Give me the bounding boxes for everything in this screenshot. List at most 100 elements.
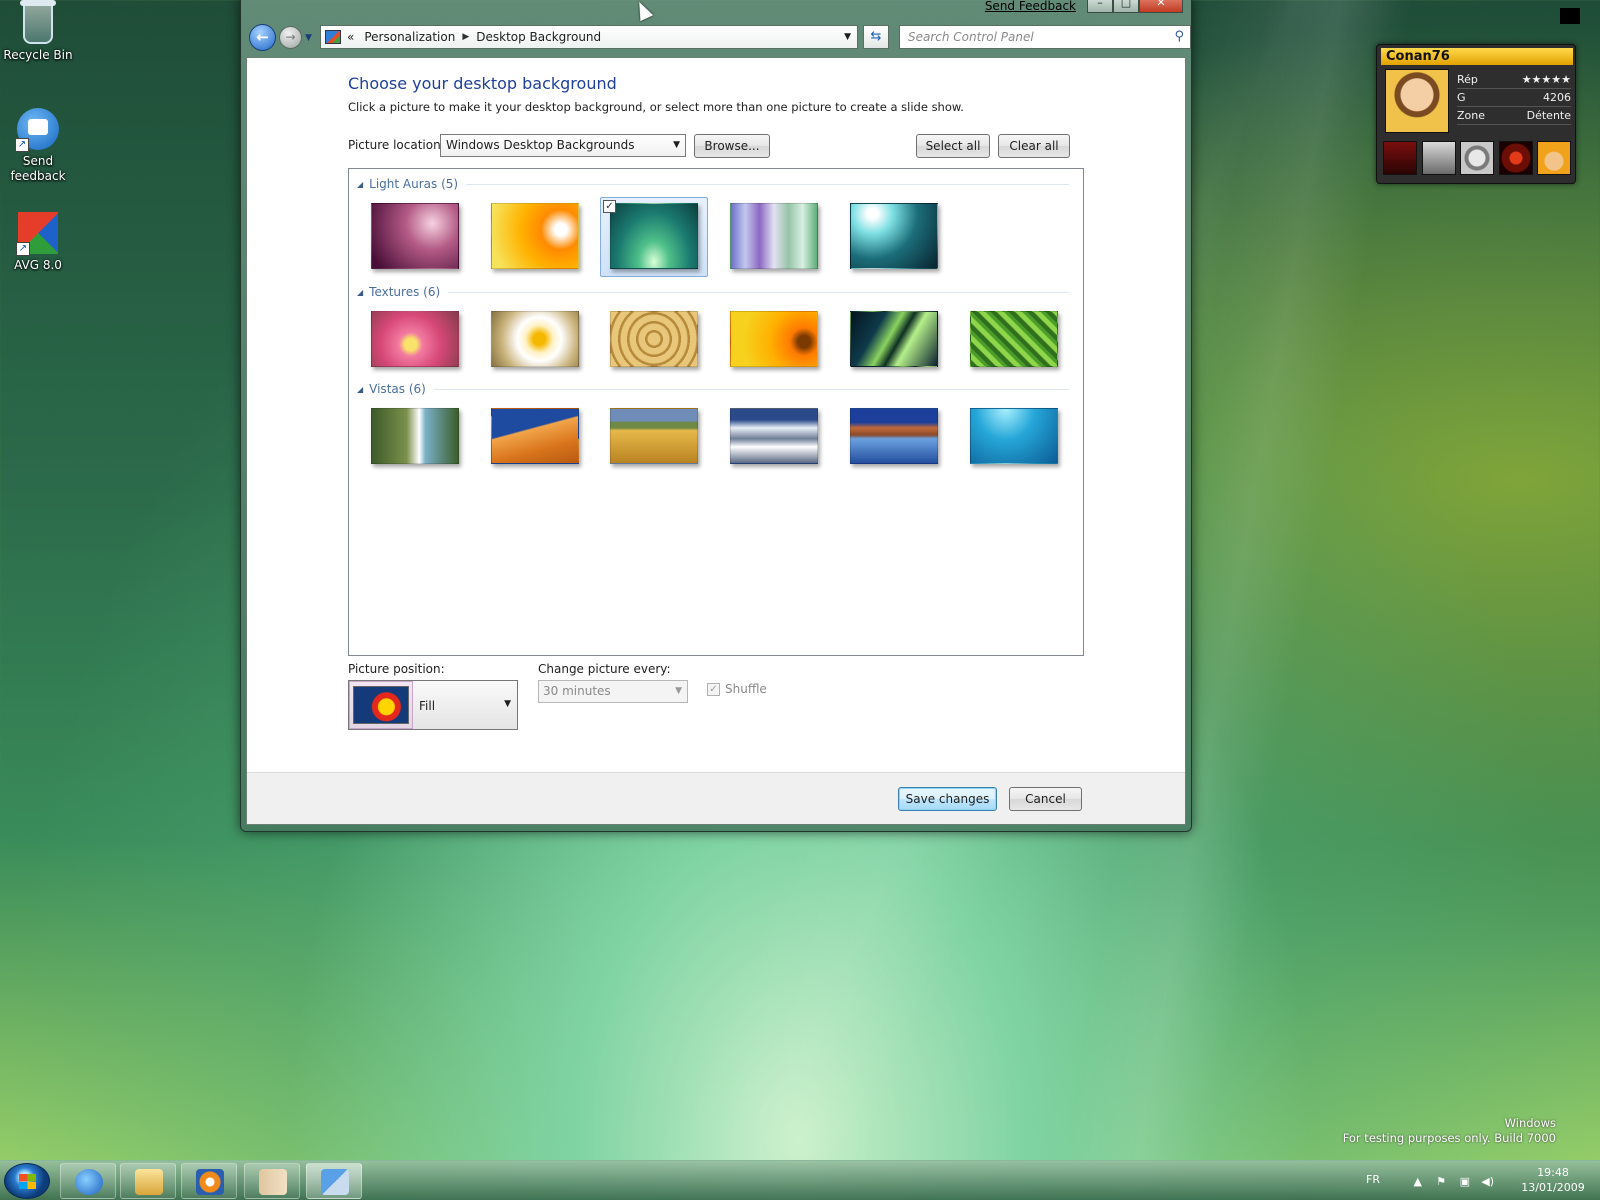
page-description: Click a picture to make it your desktop … <box>348 100 964 114</box>
game-badge-icon <box>1537 141 1571 175</box>
wallpaper-thumb-lake[interactable] <box>850 408 938 464</box>
checkbox-icon[interactable]: ✓ <box>707 682 720 696</box>
change-picture-select[interactable]: 30 minutes ▼ <box>538 680 688 703</box>
taskbar-button-media-player[interactable] <box>181 1163 237 1199</box>
group-title: Light Auras (5) <box>369 177 459 191</box>
collapse-triangle-icon[interactable]: ◢ <box>357 288 363 297</box>
media-player-icon <box>196 1169 224 1195</box>
change-picture-label: Change picture every: <box>538 662 671 676</box>
system-tray: FR ▲ ⚑ ▣ ◀) 19:48 13/01/2009 <box>1354 1161 1594 1200</box>
chevron-down-icon: ▼ <box>673 140 680 150</box>
save-changes-button[interactable]: Save changes <box>898 787 997 811</box>
group-title: Textures (6) <box>369 285 441 299</box>
language-indicator[interactable]: FR <box>1366 1173 1380 1186</box>
wallpaper-thumb-aura-teal[interactable] <box>850 203 938 269</box>
gadget-stats: Rép ★★★★★ G 4206 Zone Détente <box>1457 71 1571 125</box>
picture-position-select[interactable]: Fill ▼ <box>348 680 518 730</box>
browse-button[interactable]: Browse... <box>694 134 770 158</box>
gadget-game-badges <box>1381 141 1573 179</box>
wallpaper-thumb-underwater[interactable] <box>970 408 1058 464</box>
breadcrumb-separator-icon[interactable]: ▶ <box>462 32 469 42</box>
wallpaper-thumb-wheat[interactable] <box>610 408 698 464</box>
breadcrumb-desktop-background[interactable]: Desktop Background <box>476 30 601 44</box>
address-dropdown-icon[interactable]: ▼ <box>844 32 851 42</box>
show-hidden-icons-icon[interactable]: ▲ <box>1414 1175 1422 1188</box>
start-button[interactable] <box>4 1163 50 1199</box>
select-all-button[interactable]: Select all <box>916 134 990 158</box>
wallpaper-thumb-frangipani[interactable] <box>491 311 579 367</box>
wallpaper-thumb-aura-green[interactable] <box>610 203 698 269</box>
picture-gallery: ◢ Light Auras (5) ✓ ◢ Textures (6) ◢ Vis… <box>348 168 1084 656</box>
desktop-icon-recycle-bin[interactable]: Recycle Bin <box>0 0 76 63</box>
shuffle-checkbox[interactable]: ✓ Shuffle <box>707 682 767 696</box>
taskbar-button-paint[interactable] <box>244 1163 300 1199</box>
taskbar-button-ie[interactable] <box>60 1163 116 1199</box>
selected-checkbox[interactable]: ✓ <box>603 200 616 213</box>
wallpaper-thumb-fern[interactable] <box>970 311 1058 367</box>
breadcrumb-personalization[interactable]: Personalization <box>364 30 455 44</box>
send-feedback-link[interactable]: Send Feedback <box>985 0 1076 13</box>
group-divider <box>448 291 1069 293</box>
game-badge-icon <box>1421 141 1456 175</box>
wallpaper-thumb-aura-stripes[interactable] <box>730 203 818 269</box>
gadget-close-square[interactable] <box>1560 8 1580 24</box>
build-watermark: Windows For testing purposes only. Build… <box>1343 1116 1556 1146</box>
taskbar-button-explorer[interactable] <box>120 1163 176 1199</box>
shortcut-arrow-icon: ↗ <box>15 138 29 152</box>
address-bar[interactable]: « Personalization ▶ Desktop Background ▼ <box>320 25 858 49</box>
clear-all-button[interactable]: Clear all <box>998 134 1070 158</box>
send-feedback-icon: ↗ <box>15 108 59 152</box>
wallpaper-thumb-waterfall[interactable] <box>371 408 459 464</box>
position-preview-image <box>353 686 409 724</box>
close-button[interactable]: ✕ <box>1139 0 1183 13</box>
desktop-icon-send-feedback[interactable]: ↗ Send feedback <box>0 108 76 184</box>
desktop-icon-avg[interactable]: ↗ AVG 8.0 <box>0 212 76 273</box>
wallpaper-thumb-dahlia[interactable] <box>371 311 459 367</box>
recent-pages-dropdown[interactable]: ▼ <box>305 33 312 43</box>
taskbar-button-control-panel[interactable] <box>306 1163 362 1199</box>
chevron-down-icon: ▼ <box>504 699 511 709</box>
network-icon[interactable]: ▣ <box>1460 1175 1470 1188</box>
wallpaper-thumb-aura-pink[interactable] <box>371 203 459 269</box>
page-title: Choose your desktop background <box>348 74 617 93</box>
wallpaper-thumb-aura-yellow[interactable] <box>491 203 579 269</box>
maximize-button[interactable]: □ <box>1113 0 1139 13</box>
collapse-triangle-icon[interactable]: ◢ <box>357 180 363 189</box>
refresh-icon: ⇆ <box>870 29 882 44</box>
desktop-icon-label: Recycle Bin <box>3 48 73 62</box>
game-badge-icon <box>1460 141 1494 175</box>
group-header-vistas[interactable]: ◢ Vistas (6) <box>357 382 1069 396</box>
back-button[interactable]: ← <box>249 24 276 51</box>
clock[interactable]: 19:48 13/01/2009 <box>1512 1165 1594 1195</box>
stat-row: Zone Détente <box>1457 107 1571 125</box>
picture-location-select[interactable]: Windows Desktop Backgrounds ▼ <box>440 134 686 157</box>
wallpaper-thumb-leaves[interactable] <box>850 311 938 367</box>
forward-button[interactable]: → <box>279 26 302 49</box>
wallpaper-thumb-dunes[interactable] <box>491 408 579 464</box>
breadcrumb-prefix[interactable]: « <box>347 30 354 44</box>
change-picture-value: 30 minutes <box>543 684 611 698</box>
gamercard-gadget[interactable]: Conan76 Rép ★★★★★ G 4206 Zone Détente <box>1376 44 1576 184</box>
stat-value: ★★★★★ <box>1521 73 1571 86</box>
chevron-down-icon: ▼ <box>305 33 312 43</box>
arrow-left-icon: ← <box>256 28 269 46</box>
dialog-footer: Save changes Cancel <box>247 772 1185 824</box>
chevron-down-icon: ▼ <box>675 686 682 696</box>
shortcut-arrow-icon: ↗ <box>16 242 30 256</box>
group-header-textures[interactable]: ◢ Textures (6) <box>357 285 1069 299</box>
group-header-light-auras[interactable]: ◢ Light Auras (5) <box>357 177 1069 191</box>
wallpaper-thumb-mountains[interactable] <box>730 408 818 464</box>
search-icon[interactable]: ⚲ <box>1174 29 1184 44</box>
collapse-triangle-icon[interactable]: ◢ <box>357 385 363 394</box>
refresh-button[interactable]: ⇆ <box>863 25 889 49</box>
wallpaper-thumb-honeycomb[interactable] <box>610 311 698 367</box>
group-divider <box>433 388 1069 390</box>
avatar <box>1385 69 1449 133</box>
minimize-button[interactable]: – <box>1087 0 1113 13</box>
control-panel-icon <box>325 30 341 44</box>
wallpaper-thumb-gerbera[interactable] <box>730 311 818 367</box>
volume-icon[interactable]: ◀) <box>1481 1175 1494 1188</box>
action-center-flag-icon[interactable]: ⚑ <box>1436 1175 1446 1188</box>
search-input[interactable]: Search Control Panel ⚲ <box>899 25 1191 49</box>
cancel-button[interactable]: Cancel <box>1009 787 1082 811</box>
